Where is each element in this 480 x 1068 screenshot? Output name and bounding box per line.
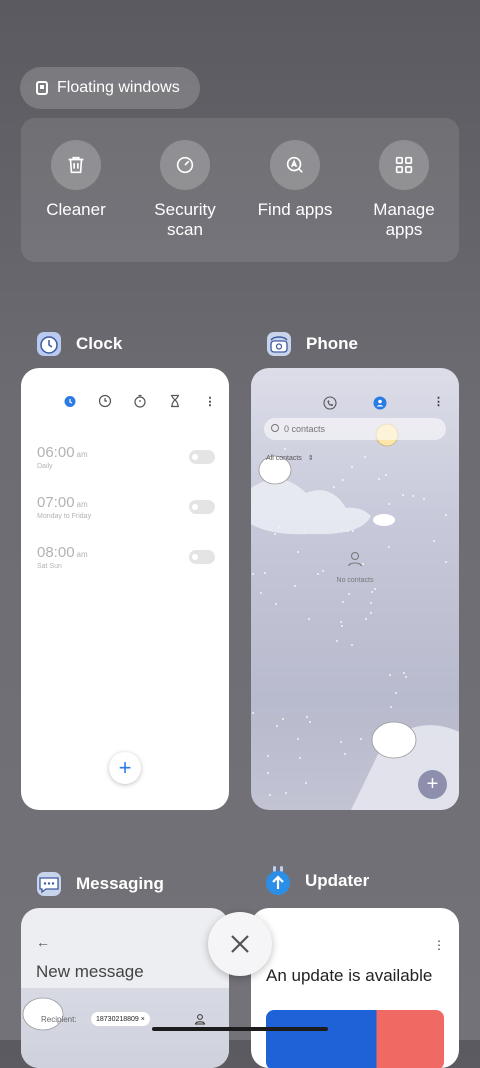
updater-app-icon [266,866,290,895]
messaging-app-header[interactable]: Messaging [36,871,164,897]
floating-window-icon [36,81,48,95]
phone-app-name: Phone [306,334,358,353]
recipient-chip[interactable]: 18730218809 × [91,1012,150,1026]
manage-apps-label-line2: apps [385,220,423,239]
updater-app-header[interactable]: Updater [265,866,369,896]
timer-tab-icon[interactable] [168,394,182,408]
person-icon [346,550,364,573]
manage-apps-label: Manage apps [373,200,434,240]
find-apps-label: Find apps [257,200,333,219]
alarm-time: 06:00 [37,444,75,461]
phone-app-header[interactable]: Phone [266,331,358,357]
cleaner-label: Cleaner [46,200,106,219]
home-indicator[interactable] [152,1027,328,1031]
messaging-app-name: Messaging [76,874,164,893]
clock-recent-card[interactable]: ⋮ 06:00 am Daily 07:00 am Monday to Friday… [21,368,229,810]
alarm-toggle[interactable] [189,500,215,514]
add-alarm-button[interactable]: + [109,752,141,784]
floating-windows-button[interactable]: Floating windows [20,67,200,109]
quick-actions-panel: Cleaner Security scan Find apps Manage a… [21,118,459,262]
back-arrow-icon[interactable]: ← [36,934,50,950]
alarm-ampm: am [76,550,88,559]
updater-recent-card[interactable]: ⋮ An update is available [251,908,459,1068]
alarm-repeat: Sat Sun [37,563,62,570]
clock-app-name: Clock [76,334,123,353]
alarm-ampm: am [76,500,88,509]
stopwatch-tab-icon[interactable] [133,394,147,408]
close-all-button[interactable] [208,912,272,976]
contacts-filter-dropdown[interactable]: All contacts ⇕ [266,454,314,462]
more-options-icon[interactable]: ⋮ [203,394,217,408]
security-scan-button[interactable]: Security scan [130,140,240,240]
empty-state-label: No contacts [336,577,374,584]
call-log-tab-icon[interactable] [323,396,337,415]
update-available-title: An update is available [266,966,433,985]
manage-apps-button[interactable]: Manage apps [349,140,459,240]
find-apps-button[interactable]: Find apps [240,140,350,220]
trash-icon [51,140,101,190]
clock-tab-bar: ⋮ [63,394,229,408]
messaging-app-icon [37,872,61,896]
contacts-tab-icon[interactable] [373,396,387,415]
close-icon [231,935,249,953]
alarm-toggle[interactable] [189,450,215,464]
security-scan-icon [160,140,210,190]
alarm-row[interactable]: 07:00 am Monday to Friday [37,494,215,520]
grid-icon [379,140,429,190]
messaging-recent-card[interactable]: ← New message Recipient: 18730218809 × [21,908,229,1068]
alarm-toggle[interactable] [189,550,215,564]
update-banner-image [266,1010,444,1068]
alarm-row[interactable]: 06:00 am Daily [37,444,215,470]
clock-app-header[interactable]: Clock [36,331,122,357]
alarm-ampm: am [76,450,88,459]
phone-app-icon [267,332,291,356]
clock-app-icon [37,332,61,356]
alarm-repeat: Daily [37,463,53,470]
cleaner-button[interactable]: Cleaner [21,140,131,220]
recipient-label: Recipient: [41,1015,77,1024]
alarm-row[interactable]: 08:00 am Sat Sun [37,544,215,570]
world-clock-tab-icon[interactable] [98,394,112,408]
floating-windows-label: Floating windows [57,79,180,96]
dropdown-arrow-icon: ⇕ [307,455,314,462]
new-message-title: New message [36,962,144,981]
find-apps-icon [270,140,320,190]
security-scan-label-line2: scan [167,220,203,239]
security-scan-label-line1: Security [154,200,216,219]
more-options-icon[interactable]: ⋮ [433,938,445,952]
alarm-time: 07:00 [37,494,75,511]
alarm-tab-icon[interactable] [63,394,77,408]
security-scan-label: Security scan [154,200,215,240]
alarm-repeat: Monday to Friday [37,513,92,520]
contacts-search-input[interactable]: 0 contacts [264,418,446,440]
alarm-time: 08:00 [37,544,75,561]
contacts-filter-label: All contacts [266,455,302,462]
updater-app-name: Updater [305,871,370,890]
more-options-icon[interactable]: ⋮ [433,395,444,408]
phone-recent-card[interactable]: ⋮ 0 contacts All contacts ⇕ No contacts … [251,368,459,810]
manage-apps-label-line1: Manage [373,200,435,219]
add-contact-button[interactable]: + [418,770,447,799]
